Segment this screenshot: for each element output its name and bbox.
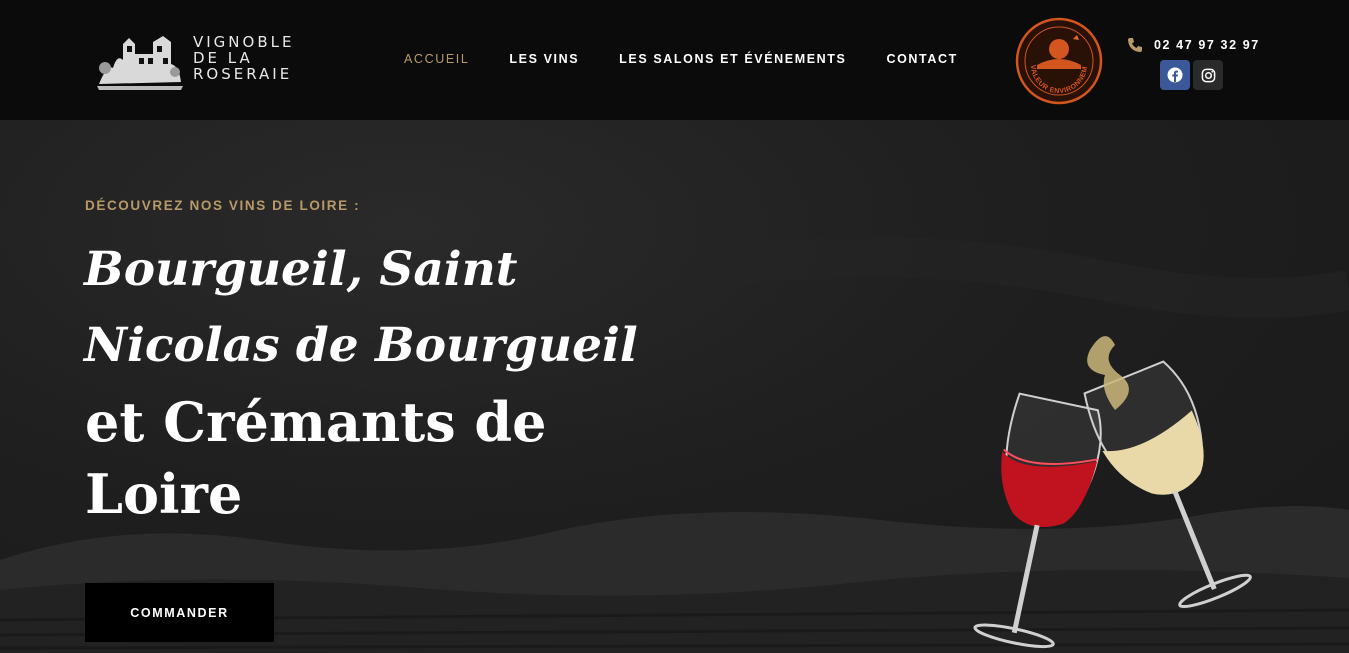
hero-title-regular: et Crémants de Loire <box>85 390 547 526</box>
hve-seal-icon: HAUTE VALEUR ENVIRONNEMENTALE <box>1015 17 1103 105</box>
phone-icon <box>1128 38 1142 52</box>
site-header: VIGNOBLE DE LA ROSERAIE ACCUEIL LES VINS… <box>0 0 1349 120</box>
facebook-icon <box>1167 67 1183 83</box>
hero-eyebrow: DÉCOUVREZ NOS VINS DE LOIRE : <box>85 198 361 213</box>
phone-contact[interactable]: 02 47 97 32 97 <box>1127 37 1260 53</box>
wine-glasses-illustration <box>973 336 1252 649</box>
nav-item-accueil[interactable]: ACCUEIL <box>404 52 469 66</box>
nav-item-salons-evenements[interactable]: LES SALONS ET ÉVÉNEMENTS <box>619 52 846 66</box>
logo-line-1: VIGNOBLE <box>193 33 295 51</box>
site-logo[interactable]: VIGNOBLE DE LA ROSERAIE <box>93 22 333 94</box>
commander-button[interactable]: COMMANDER <box>85 583 274 642</box>
chateau-logo-icon <box>93 24 185 92</box>
phone-number: 02 47 97 32 97 <box>1154 38 1260 52</box>
nav-item-les-vins[interactable]: LES VINS <box>509 52 579 66</box>
logo-line-3: ROSERAIE <box>193 65 293 83</box>
logo-line-2: DE LA <box>193 49 253 67</box>
hero-title-italic: Bourgueil, Saint Nicolas de Bourgueil <box>84 242 638 373</box>
instagram-icon <box>1201 68 1215 82</box>
instagram-button[interactable] <box>1193 60 1223 90</box>
main-nav: ACCUEIL LES VINS LES SALONS ET ÉVÉNEMENT… <box>404 52 958 66</box>
nav-item-contact[interactable]: CONTACT <box>886 52 957 66</box>
social-links <box>1160 60 1223 90</box>
facebook-button[interactable] <box>1160 60 1190 90</box>
logo-wordmark: VIGNOBLE DE LA ROSERAIE <box>193 34 294 82</box>
hero-section: DÉCOUVREZ NOS VINS DE LOIRE : Bourgueil,… <box>0 120 1349 653</box>
